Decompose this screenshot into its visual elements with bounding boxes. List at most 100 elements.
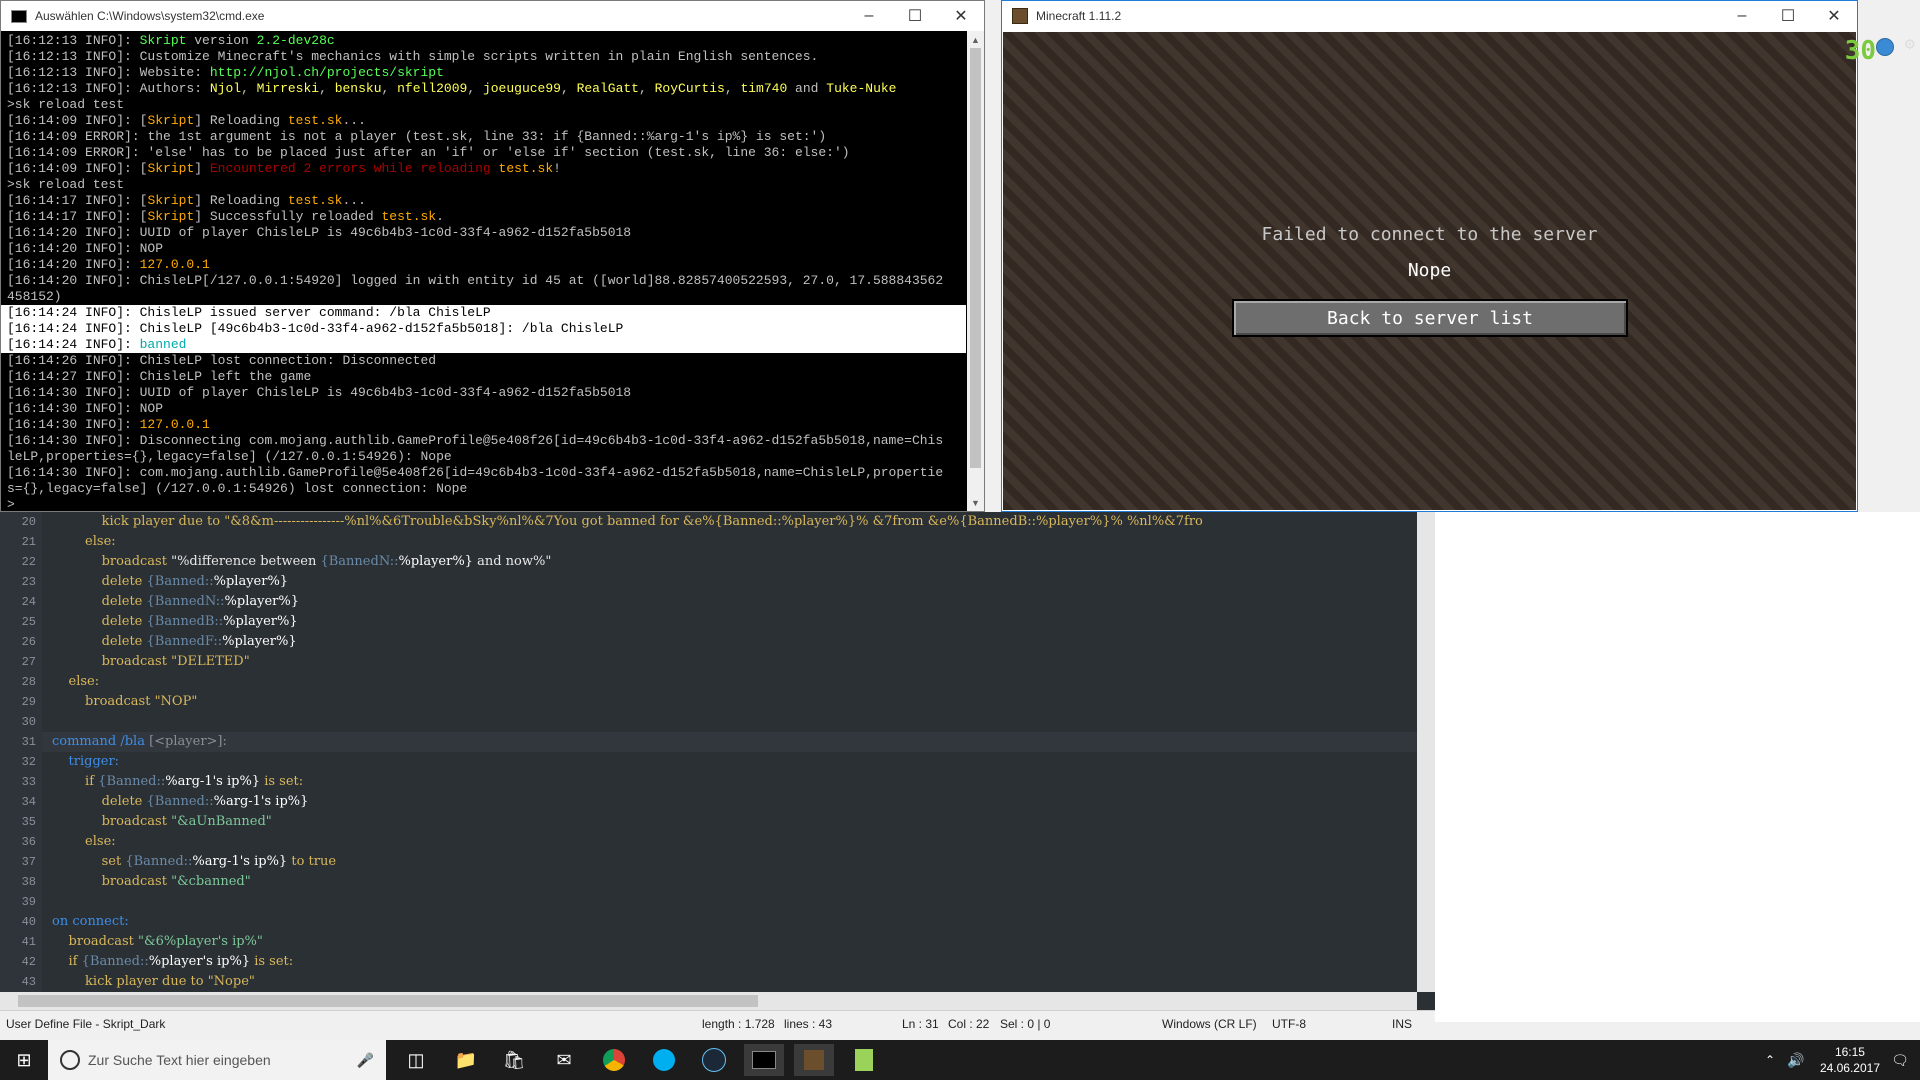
windows-start-icon[interactable]: ⊞	[4, 1044, 44, 1076]
status-eol[interactable]: Windows (CR LF)	[1162, 1017, 1257, 1031]
code-area[interactable]: kick player due to "&8&m----------------…	[42, 512, 1417, 992]
status-length: length : 1.728	[702, 1017, 775, 1031]
cmd-icon	[11, 9, 27, 23]
taskbar-search-input[interactable]: Zur Suche Text hier eingeben 🎤	[48, 1040, 386, 1080]
cmd-output[interactable]: [16:12:13 INFO]: Skript version 2.2-dev2…	[1, 31, 966, 511]
line-number: 34	[21, 795, 36, 809]
console-line: [16:14:20 INFO]: UUID of player ChisleLP…	[7, 225, 632, 240]
line-number: 35	[21, 815, 36, 829]
editor-horizontal-scrollbar[interactable]	[0, 992, 1417, 1010]
store-icon[interactable]: 🛍	[494, 1044, 534, 1076]
console-line: >sk reload test	[7, 177, 125, 192]
line-number: 23	[21, 575, 36, 589]
back-to-server-list-button[interactable]: Back to server list	[1232, 299, 1628, 337]
minecraft-taskbar-icon[interactable]	[794, 1044, 834, 1076]
code-line[interactable]: if {Banned::%arg-1's ip%} is set:	[42, 772, 1417, 792]
code-line[interactable]: if {Banned::%player's ip%} is set:	[42, 952, 1417, 972]
line-number: 31	[21, 735, 36, 749]
mail-icon[interactable]: ✉	[544, 1044, 584, 1076]
maximize-button[interactable]: ☐	[1765, 1, 1811, 31]
scroll-down-icon[interactable]: ▼	[967, 494, 984, 511]
scroll-up-icon[interactable]: ▲	[967, 31, 984, 48]
skype-icon[interactable]	[644, 1044, 684, 1076]
console-line: [16:14:30 INFO]: com.mojang.authlib.Game…	[7, 465, 944, 480]
notification-icon[interactable]: 🗨	[1880, 1044, 1920, 1076]
chrome-icon[interactable]	[594, 1044, 634, 1076]
status-bar: User Define File - Skript_Dark length : …	[0, 1010, 1435, 1037]
steam-icon[interactable]	[694, 1044, 734, 1076]
status-ln: Ln : 31	[902, 1017, 939, 1031]
code-line[interactable]: trigger:	[42, 752, 1417, 772]
code-line[interactable]: broadcast "&aUnBanned"	[42, 812, 1417, 832]
code-line[interactable]: broadcast "&6%player's ip%"	[42, 932, 1417, 952]
minimize-button[interactable]: –	[846, 1, 892, 31]
console-line: [16:14:30 INFO]: UUID of player ChisleLP…	[7, 385, 632, 400]
code-line[interactable]: broadcast "NOP"	[42, 692, 1417, 712]
microphone-icon[interactable]: 🎤	[357, 1052, 374, 1069]
code-line[interactable]: delete {Banned::%arg-1's ip%}	[42, 792, 1417, 812]
code-line[interactable]: delete {BannedF::%player%}	[42, 632, 1417, 652]
search-icon	[60, 1050, 80, 1070]
code-line[interactable]: delete {BannedN::%player%}	[42, 592, 1417, 612]
editor-vertical-scrollbar[interactable]	[1417, 512, 1435, 992]
code-line[interactable]: delete {BannedB::%player%}	[42, 612, 1417, 632]
console-line: >sk reload test	[7, 97, 125, 112]
status-encoding[interactable]: UTF-8	[1272, 1017, 1306, 1031]
code-line[interactable]: else:	[42, 672, 1417, 692]
code-line[interactable]: kick player due to "&8&m----------------…	[42, 512, 1417, 532]
file-explorer-icon[interactable]: 📁	[446, 1044, 486, 1076]
console-line: [16:14:09 INFO]: [Skript] Reloading test…	[7, 113, 366, 128]
line-number: 21	[21, 535, 36, 549]
console-line: [16:14:17 INFO]: [Skript] Reloading test…	[7, 193, 366, 208]
gear-icon[interactable]: ⚙	[1903, 36, 1916, 53]
line-number: 30	[21, 715, 36, 729]
line-number: 27	[21, 655, 36, 669]
line-number: 22	[21, 555, 36, 569]
maximize-button[interactable]: ☐	[892, 1, 938, 31]
minecraft-titlebar[interactable]: Minecraft 1.11.2 – ☐ ✕	[1002, 1, 1857, 31]
code-line[interactable]: kick player due to "Nope"	[42, 972, 1417, 992]
minimize-button[interactable]: –	[1719, 1, 1765, 31]
status-sel: Sel : 0 | 0	[1000, 1017, 1051, 1031]
code-line[interactable]: set {Banned::%arg-1's ip%} to true	[42, 852, 1417, 872]
code-line[interactable]: else:	[42, 832, 1417, 852]
scroll-thumb[interactable]	[970, 48, 981, 468]
task-view-icon[interactable]: ◫	[396, 1044, 436, 1076]
console-line: 458152)	[7, 289, 62, 304]
code-line[interactable]	[42, 892, 1417, 912]
disconnect-reason: Nope	[1407, 260, 1452, 281]
console-line: [16:14:17 INFO]: [Skript] Successfully r…	[7, 209, 444, 224]
code-line[interactable]: broadcast "%difference between {BannedN:…	[42, 552, 1417, 572]
console-line: [16:14:24 INFO]: ChisleLP [49c6b4b3-1c0d…	[1, 321, 966, 337]
code-line[interactable]: broadcast "DELETED"	[42, 652, 1417, 672]
code-line[interactable]: broadcast "&cbanned"	[42, 872, 1417, 892]
line-number-gutter: 20 21 22 23 24 25 26 27 28 29 30 31 32 33 34 35 36 37 38 39…	[0, 512, 42, 992]
clock-date: 24.06.2017	[1819, 1061, 1880, 1075]
code-editor[interactable]: 20 21 22 23 24 25 26 27 28 29 30 31 32 33 34 35 36 37 38 39…	[0, 512, 1435, 1010]
console-line: >	[7, 497, 15, 511]
code-line[interactable]: command /bla [<player>]:	[42, 732, 1417, 752]
line-number: 38	[21, 875, 36, 889]
line-number: 24	[21, 595, 36, 609]
console-line: [16:14:20 INFO]: NOP	[7, 241, 164, 256]
cmd-titlebar[interactable]: Auswählen C:\Windows\system32\cmd.exe – …	[1, 1, 984, 31]
code-line[interactable]: else:	[42, 532, 1417, 552]
code-line[interactable]: delete {Banned::%player%}	[42, 572, 1417, 592]
cmd-title: Auswählen C:\Windows\system32\cmd.exe	[35, 9, 265, 23]
console-line: [16:14:27 INFO]: ChisleLP left the game	[7, 369, 312, 384]
close-button[interactable]: ✕	[938, 1, 984, 31]
taskbar-clock[interactable]: 16:15 24.06.2017	[1820, 1044, 1880, 1076]
cmd-scrollbar[interactable]: ▲ ▼	[967, 31, 984, 511]
console-line: [16:14:09 INFO]: [Skript] Encountered 2 …	[7, 161, 561, 176]
close-button[interactable]: ✕	[1811, 1, 1857, 31]
globe-icon[interactable]	[1876, 38, 1894, 56]
status-filetype: User Define File - Skript_Dark	[6, 1017, 166, 1031]
notepad-plus-plus-icon[interactable]	[844, 1044, 884, 1076]
volume-icon[interactable]: 🔊	[1776, 1044, 1816, 1076]
code-line[interactable]	[42, 712, 1417, 732]
scroll-thumb[interactable]	[18, 995, 758, 1007]
line-number: 33	[21, 775, 36, 789]
cmd-taskbar-icon[interactable]	[744, 1044, 784, 1076]
code-line[interactable]: on connect:	[42, 912, 1417, 932]
console-line: [16:14:26 INFO]: ChisleLP lost connectio…	[7, 353, 437, 368]
